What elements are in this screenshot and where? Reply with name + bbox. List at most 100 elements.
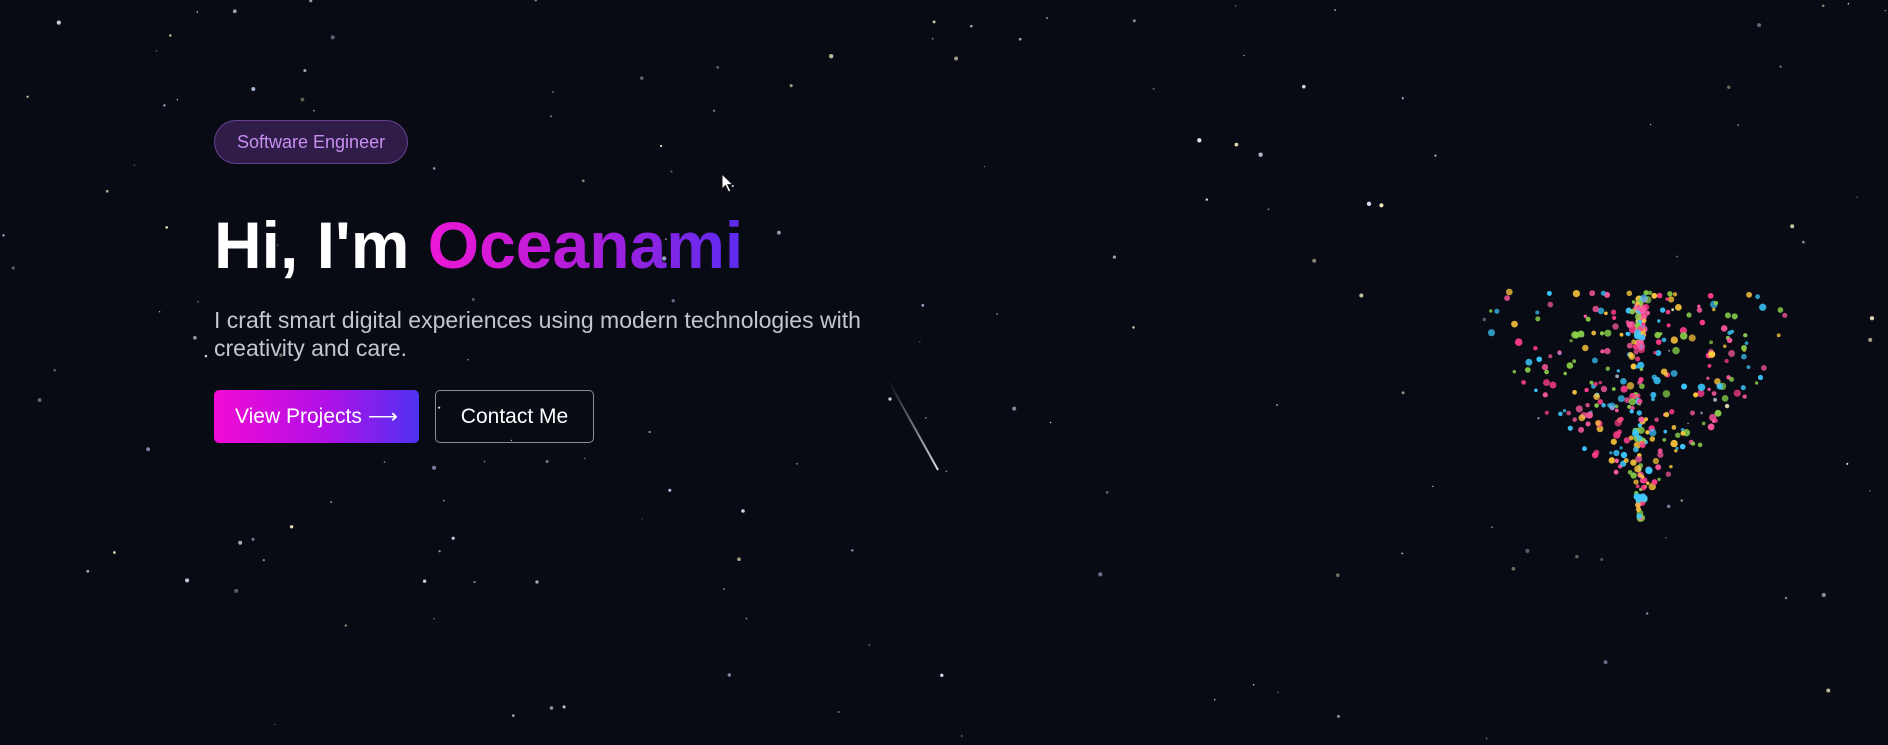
star-dot	[931, 37, 934, 40]
heart-particle	[1589, 380, 1594, 385]
star-dot	[1132, 326, 1135, 329]
star-dot	[26, 95, 29, 98]
heart-particle	[1663, 429, 1668, 434]
star-dot	[795, 462, 799, 465]
star-dot	[473, 581, 476, 584]
heart-particle	[1636, 393, 1641, 398]
heart-particle	[1612, 323, 1619, 330]
star-dot	[1821, 592, 1826, 598]
heart-particle	[1549, 381, 1557, 389]
heart-particle	[1504, 295, 1510, 301]
star-dot	[1243, 54, 1245, 57]
heart-particle	[1741, 344, 1747, 351]
heart-particle	[1636, 513, 1643, 519]
heart-particle	[1635, 455, 1643, 463]
heart-particle	[1614, 419, 1622, 427]
star-dot	[1757, 23, 1762, 28]
star-dot	[53, 368, 57, 372]
heart-particle	[1640, 484, 1647, 491]
star-dot	[1258, 152, 1263, 157]
heart-particle	[1616, 369, 1620, 373]
heart-particle	[1645, 466, 1653, 475]
heart-particle	[1722, 344, 1727, 349]
heart-particle	[1634, 329, 1642, 336]
heart-particle	[1584, 387, 1589, 393]
star-dot	[289, 525, 294, 529]
heart-particle	[1693, 392, 1699, 398]
star-dot	[193, 335, 197, 340]
heart-particle	[1670, 369, 1678, 377]
heart-particle	[1600, 290, 1606, 296]
heart-particle	[1690, 410, 1695, 416]
heart-particle	[1680, 430, 1686, 436]
star-dot	[1650, 123, 1652, 126]
heart-particle	[1612, 315, 1617, 320]
heart-particle	[1627, 469, 1633, 475]
heart-particle	[1636, 398, 1643, 405]
star-dot	[1234, 142, 1239, 147]
star-dot	[146, 447, 151, 452]
star-dot	[1826, 688, 1831, 693]
star-dot	[1049, 421, 1052, 424]
star-dot	[1197, 138, 1202, 143]
heart-particle	[1655, 464, 1662, 471]
heart-particle	[1744, 341, 1749, 345]
heart-particle	[1566, 362, 1574, 369]
heart-particle	[1672, 346, 1680, 355]
heart-particle	[1742, 394, 1747, 399]
heart-particle	[1572, 389, 1577, 395]
heart-particle	[1669, 409, 1675, 415]
heart-particle	[1593, 393, 1600, 400]
star-dot	[204, 354, 208, 358]
heart-particle	[1731, 313, 1738, 320]
heart-particle	[1585, 421, 1591, 427]
star-dot	[1485, 737, 1488, 740]
heart-particle	[1578, 414, 1586, 422]
star-dot	[313, 109, 315, 112]
heart-particle	[1572, 289, 1581, 298]
star-dot	[105, 189, 109, 193]
star-dot	[1098, 572, 1103, 577]
heart-particle	[1626, 331, 1631, 337]
star-dot	[737, 557, 741, 562]
heart-particle	[1613, 469, 1619, 475]
heart-particle	[1707, 423, 1715, 431]
star-dot	[330, 35, 335, 40]
hero-headline: Hi, I'm Oceanami	[214, 204, 974, 286]
heart-particle	[1670, 439, 1678, 448]
star-dot	[668, 488, 672, 492]
heart-particle	[1663, 411, 1670, 418]
view-projects-button[interactable]: View Projects ⟶	[214, 390, 419, 443]
star-dot	[1336, 573, 1340, 577]
heart-particle	[1651, 479, 1658, 486]
heart-particle	[1544, 410, 1549, 415]
heart-particle	[1583, 314, 1587, 318]
heart-particle	[1634, 465, 1642, 473]
heart-particle	[1639, 367, 1644, 372]
heart-particle	[1494, 308, 1500, 314]
star-dot	[432, 465, 437, 470]
heart-particle	[1712, 419, 1716, 423]
star-dot	[851, 549, 854, 552]
heart-particle	[1701, 421, 1706, 426]
star-dot	[996, 313, 998, 315]
heart-particle	[1604, 329, 1612, 337]
heart-particle	[1605, 366, 1610, 371]
heart-particle	[1665, 471, 1672, 477]
heart-particle	[1666, 323, 1671, 328]
contact-me-button[interactable]: Contact Me	[435, 390, 594, 443]
star-dot	[56, 20, 61, 25]
star-dot	[829, 54, 834, 59]
heart-particle	[1521, 380, 1526, 385]
star-dot	[1277, 691, 1279, 694]
heart-particle	[1675, 304, 1682, 311]
heart-particle	[1665, 297, 1669, 301]
heart-particle	[1614, 458, 1620, 464]
heart-particle	[1617, 395, 1625, 403]
star-dot	[1401, 97, 1404, 100]
heart-particle	[1638, 493, 1646, 501]
star-dot	[1434, 154, 1437, 157]
heart-particle	[1601, 403, 1606, 408]
heart-particle	[1620, 451, 1628, 459]
heart-particle	[1635, 356, 1641, 362]
